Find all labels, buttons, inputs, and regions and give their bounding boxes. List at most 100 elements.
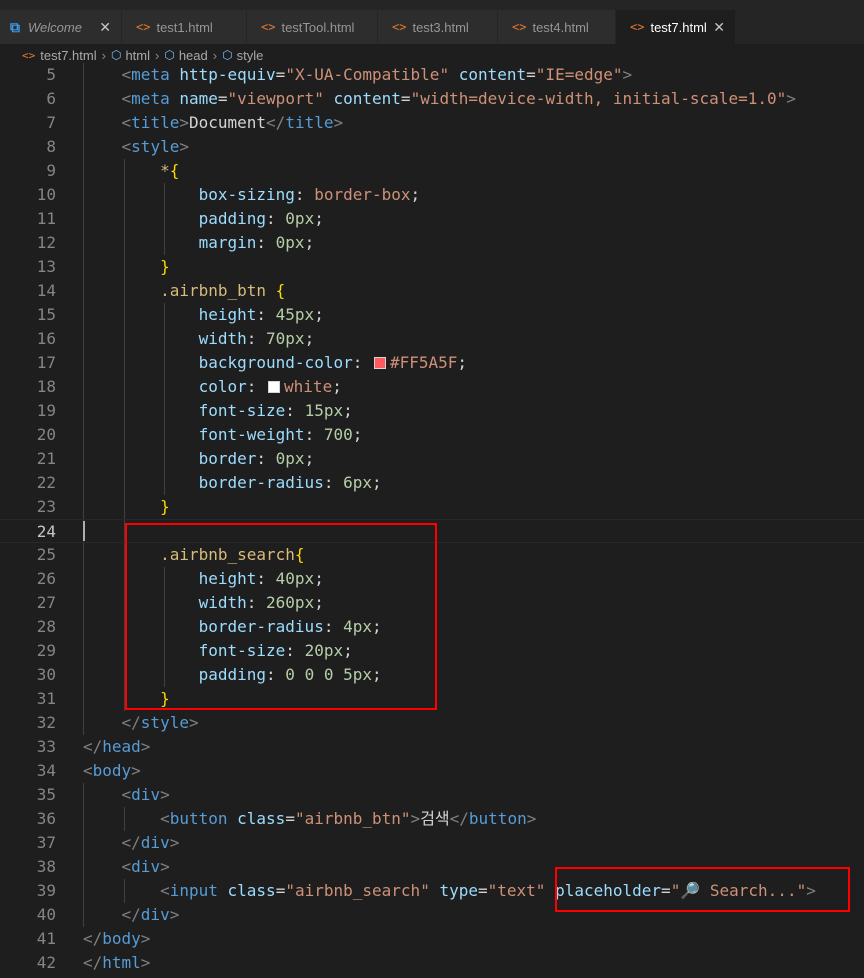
tab-welcome[interactable]: ⧉ Welcome ✕ (0, 10, 122, 44)
line-number: 7 (46, 113, 56, 132)
css-value: 0px (275, 449, 305, 468)
attr-name: name (179, 89, 218, 108)
tag-name: head (102, 737, 141, 756)
line-number: 5 (46, 65, 56, 84)
line-number: 9 (46, 161, 56, 180)
css-property: font-weight (198, 425, 305, 444)
tab-label: Welcome (28, 19, 82, 35)
code-line: 37 </div> (0, 831, 864, 855)
breadcrumb-html[interactable]: ⬡ html (111, 48, 150, 63)
line-number: 38 (36, 857, 56, 876)
code-line: 36 <button class="airbnb_btn">검색</button… (0, 807, 864, 831)
css-value: border-box (314, 185, 411, 204)
color-swatch[interactable] (268, 381, 281, 393)
line-number: 24 (36, 522, 56, 541)
code-line: 42 </html> (0, 951, 864, 975)
breadcrumb-head[interactable]: ⬡ head (164, 48, 207, 63)
element-icon: ⬡ (110, 48, 122, 62)
breadcrumb-label: style (236, 47, 264, 63)
tag-name: title (285, 113, 334, 132)
code-line: 35 <div> (0, 783, 864, 807)
line-number: 18 (36, 377, 56, 396)
line-number: 6 (46, 89, 56, 108)
tag-name: body (92, 761, 132, 780)
css-property: margin (198, 233, 257, 252)
chevron-right-icon: › (101, 47, 106, 63)
line-number: 32 (36, 713, 56, 732)
chevron-right-icon: › (212, 47, 218, 63)
breadcrumb-file[interactable]: <> test7.html (22, 48, 97, 63)
line-number: 19 (36, 401, 56, 420)
breadcrumb-label: head (178, 47, 208, 63)
code-line: 23 } (0, 495, 864, 519)
css-property: box-sizing (198, 185, 295, 204)
html-file-icon: <> (136, 20, 151, 34)
color-swatch[interactable] (373, 357, 386, 369)
tag-name: meta (131, 65, 170, 84)
line-number: 26 (36, 569, 56, 588)
chevron-right-icon: › (155, 47, 160, 63)
tab-test7[interactable]: <> test7.html ✕ (616, 10, 736, 44)
code-line: 33 </head> (0, 735, 864, 759)
text-content: 검색 (420, 809, 450, 828)
line-number: 27 (36, 593, 56, 612)
css-selector: .airbnb_btn (160, 281, 276, 300)
tag-name: input (169, 881, 218, 900)
css-property: border (198, 449, 257, 468)
code-line: 34 <body> (0, 759, 864, 783)
css-value: 70px (266, 329, 305, 348)
html-file-icon: <> (392, 20, 407, 34)
line-number: 39 (36, 881, 56, 900)
code-line: 5 <meta http-equiv="X-UA-Compatible" con… (0, 63, 864, 87)
line-number: 10 (36, 185, 56, 204)
line-number: 42 (36, 953, 56, 972)
code-line: 11 padding: 0px; (0, 207, 864, 231)
tab-testtool[interactable]: <> testTool.html (247, 10, 378, 44)
code-line: 14 .airbnb_btn { (0, 279, 864, 303)
code-editor[interactable]: 5 <meta http-equiv="X-UA-Compatible" con… (0, 63, 864, 978)
code-line: 20 font-weight: 700; (0, 423, 864, 447)
line-number: 34 (36, 761, 56, 780)
attr-name: class (237, 809, 286, 828)
tab-label: test1.html (156, 19, 213, 35)
code-line: 13 } (0, 255, 864, 279)
css-value: 700 (323, 425, 353, 444)
tag-name: button (169, 809, 228, 828)
code-line: 18 color: white; (0, 375, 864, 399)
css-property: padding (198, 209, 267, 228)
css-property: color (198, 377, 247, 396)
attr-name: http-equiv (179, 65, 276, 84)
breadcrumb-style[interactable]: ⬡ style (222, 48, 263, 63)
line-number: 12 (36, 233, 56, 252)
line-number: 35 (36, 785, 56, 804)
tag-name: div (140, 833, 170, 852)
line-number: 28 (36, 617, 56, 636)
attr-name: type (439, 881, 478, 900)
attr-name: content (458, 65, 527, 84)
close-icon[interactable]: ✕ (99, 19, 111, 36)
tab-test1[interactable]: <> test1.html (122, 10, 247, 44)
line-number: 20 (36, 425, 56, 444)
line-number: 21 (36, 449, 56, 468)
text-cursor (83, 521, 85, 541)
code-line: 17 background-color: #FF5A5F; (0, 351, 864, 375)
tab-test3[interactable]: <> test3.html (378, 10, 498, 44)
breadcrumb-label: test7.html (40, 47, 97, 63)
line-number: 8 (46, 137, 56, 156)
tab-test4[interactable]: <> test4.html (498, 10, 616, 44)
attr-value: "X-UA-Compatible" (285, 65, 450, 84)
css-property: height (198, 305, 257, 324)
tag-name: style (140, 713, 189, 732)
code-line: 6 <meta name="viewport" content="width=d… (0, 87, 864, 111)
tab-label: test3.html (412, 19, 469, 35)
vscode-icon: ⧉ (10, 18, 20, 35)
close-icon[interactable]: ✕ (713, 19, 725, 36)
line-number: 41 (36, 929, 56, 948)
attr-name: class (227, 881, 276, 900)
highlight-box-search-style (125, 523, 437, 710)
css-property: background-color (198, 353, 353, 372)
attr-value: "text" (487, 881, 546, 900)
line-number: 17 (36, 353, 56, 372)
css-selector: * (160, 161, 170, 180)
code-line: 19 font-size: 15px; (0, 399, 864, 423)
